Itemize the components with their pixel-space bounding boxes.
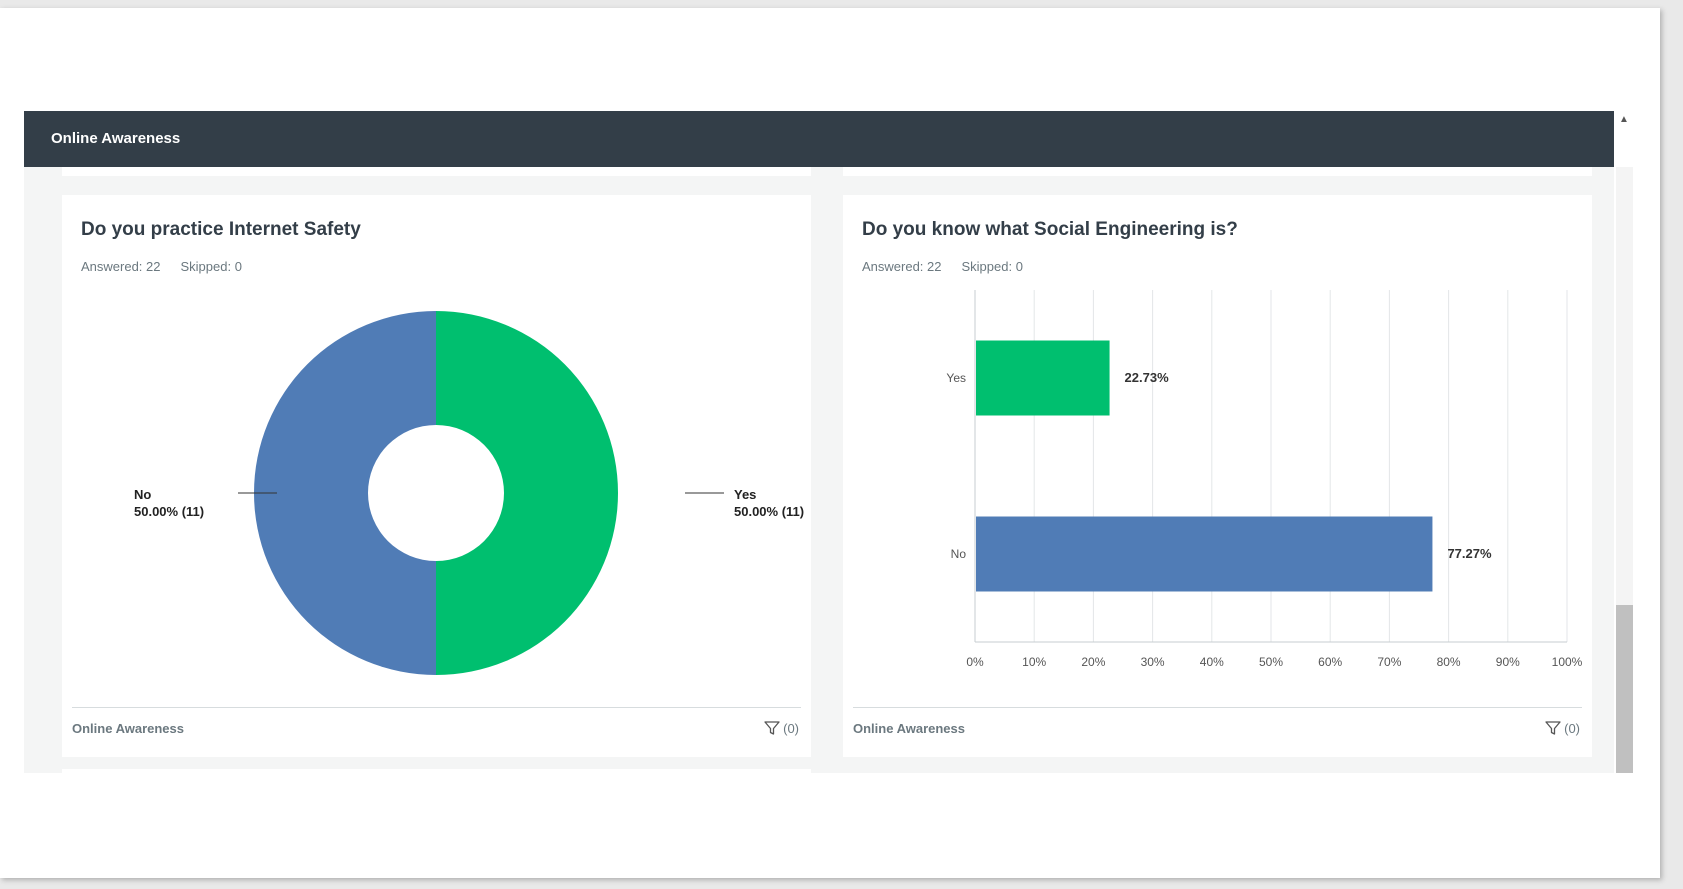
scroll-up-arrow-icon[interactable]: ▲ [1615,111,1633,129]
bars: Yes 22.73% No 77.27% [946,340,1492,592]
scrollbar-thumb[interactable] [1616,605,1633,773]
bar-yes[interactable] [976,340,1110,416]
footer-page-label: Online Awareness [853,721,965,736]
label-yes-name: Yes [734,487,756,502]
answered-count: Answered: 22 [81,259,161,274]
panel-area: Do you practice Internet Safety Answered… [24,167,1614,773]
label-no-value: 50.00% (11) [134,504,204,519]
question-card-social-engineering: Do you know what Social Engineering is? … [843,195,1592,757]
skipped-count: Skipped: 0 [180,259,242,274]
category-label: Yes [946,371,966,385]
x-tick-label: 0% [966,655,984,669]
question-stats: Answered: 22 Skipped: 0 [81,259,242,274]
answered-count: Answered: 22 [862,259,942,274]
skipped-count: Skipped: 0 [961,259,1023,274]
footer-page-label: Online Awareness [72,721,184,736]
x-tick-label: 20% [1081,655,1105,669]
filter-button[interactable]: (0) [764,720,799,736]
value-label: 22.73% [1125,370,1170,385]
x-tick-label: 50% [1259,655,1283,669]
label-no-name: No [134,487,151,502]
slice-yes[interactable] [436,311,618,675]
filter-funnel-icon [764,721,780,735]
x-tick-label: 60% [1318,655,1342,669]
bar-no[interactable] [976,516,1433,592]
card-footer: Online Awareness (0) [853,707,1582,752]
slice-no[interactable] [254,311,436,675]
previous-card-stub-left [62,167,811,176]
card-footer: Online Awareness (0) [72,707,801,752]
previous-card-stub-right [843,167,1592,176]
next-card-stub-left [62,769,811,773]
x-tick-label: 40% [1200,655,1224,669]
filter-funnel-icon [1545,721,1561,735]
page-title: Online Awareness [51,130,181,147]
x-tick-label: 30% [1141,655,1165,669]
question-title: Do you practice Internet Safety [81,219,361,240]
filter-button[interactable]: (0) [1545,720,1580,736]
x-tick-label: 10% [1022,655,1046,669]
bar-chart: 0% 10% 20% 30% 40% 50% 60% 70% 80% 90% 100% Yes 22.… [946,290,1583,669]
x-axis-ticks: 0% 10% 20% 30% 40% 50% 60% 70% 80% 90% 100% [966,655,1582,669]
question-stats: Answered: 22 Skipped: 0 [862,259,1023,274]
label-yes-value: 50.00% (11) [734,504,804,519]
page-header: Online Awareness [24,111,1614,167]
x-tick-label: 70% [1377,655,1401,669]
x-tick-label: 100% [1552,655,1583,669]
question-title: Do you know what Social Engineering is? [862,219,1238,240]
x-tick-label: 80% [1437,655,1461,669]
vertical-scrollbar[interactable] [1616,167,1633,773]
filter-count: (0) [1564,720,1580,736]
filter-count: (0) [783,720,799,736]
x-tick-label: 90% [1496,655,1520,669]
category-label: No [951,547,967,561]
question-card-internet-safety: Do you practice Internet Safety Answered… [62,195,811,757]
donut-chart: No 50.00% (11) Yes 50.00% (11) [134,311,804,675]
value-label: 77.27% [1447,546,1492,561]
